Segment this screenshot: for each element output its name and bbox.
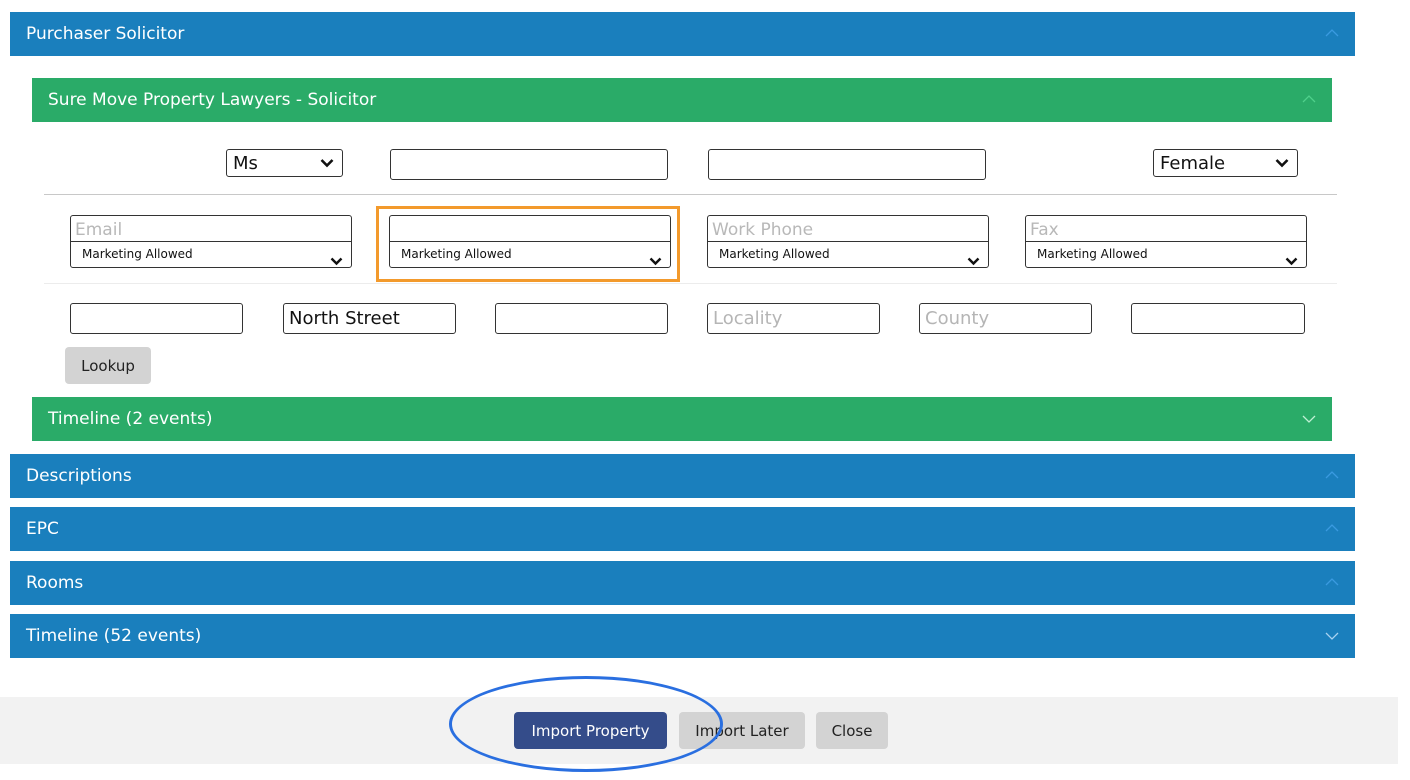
divider	[44, 194, 1337, 195]
marketing-value: Marketing Allowed	[1037, 247, 1148, 261]
title-select[interactable]: Ms	[226, 149, 343, 177]
chevron-down-icon[interactable]	[1302, 411, 1316, 425]
last-name-input[interactable]	[708, 149, 986, 180]
postcode-input[interactable]	[1131, 303, 1305, 334]
section-solicitor-panel[interactable]: Sure Move Property Lawyers - Solicitor	[32, 78, 1332, 122]
chevron-down-icon	[1275, 158, 1289, 168]
close-button[interactable]: Close	[816, 712, 888, 749]
section-timeline[interactable]: Timeline (52 events)	[10, 614, 1355, 658]
chevron-down-icon	[1285, 250, 1298, 275]
locality-input[interactable]: Locality	[707, 303, 880, 334]
locality-placeholder: Locality	[713, 308, 783, 329]
work-phone-marketing-select[interactable]: Marketing Allowed	[708, 242, 988, 267]
fax-marketing-select[interactable]: Marketing Allowed	[1026, 242, 1306, 267]
fax-field[interactable]: Fax Marketing Allowed	[1025, 215, 1307, 268]
email-field[interactable]: Email Marketing Allowed	[70, 215, 352, 268]
marketing-value: Marketing Allowed	[719, 247, 830, 261]
email-marketing-select[interactable]: Marketing Allowed	[71, 242, 351, 267]
divider	[44, 283, 1337, 284]
section-title: Purchaser Solicitor	[26, 24, 185, 44]
fax-input[interactable]: Fax	[1026, 216, 1306, 242]
section-title: EPC	[26, 519, 59, 539]
chevron-up-icon[interactable]	[1325, 521, 1339, 535]
work-phone-input[interactable]: Work Phone	[708, 216, 988, 242]
gender-select-value: Female	[1160, 152, 1226, 174]
chevron-down-icon	[330, 250, 343, 275]
chevron-down-icon	[320, 158, 334, 168]
section-rooms[interactable]: Rooms	[10, 561, 1355, 605]
house-number-input[interactable]	[70, 303, 243, 334]
gender-select[interactable]: Female	[1153, 149, 1298, 177]
street-input[interactable]: North Street	[283, 303, 456, 334]
close-label: Close	[831, 721, 873, 740]
county-placeholder: County	[925, 308, 990, 329]
section-solicitor-timeline[interactable]: Timeline (2 events)	[32, 397, 1332, 441]
town-input[interactable]	[495, 303, 668, 334]
email-input[interactable]: Email	[71, 216, 351, 242]
section-title: Rooms	[26, 573, 84, 593]
county-input[interactable]: County	[919, 303, 1092, 334]
section-epc[interactable]: EPC	[10, 507, 1355, 551]
section-title: Timeline (2 events)	[48, 409, 213, 429]
lookup-button[interactable]: Lookup	[65, 347, 151, 384]
work-phone-field[interactable]: Work Phone Marketing Allowed	[707, 215, 989, 268]
section-title: Timeline (52 events)	[26, 626, 202, 646]
chevron-up-icon[interactable]	[1302, 92, 1316, 106]
chevron-up-icon[interactable]	[1325, 468, 1339, 482]
section-purchaser-solicitor[interactable]: Purchaser Solicitor	[10, 12, 1355, 56]
highlight-box	[376, 206, 680, 282]
chevron-down-icon[interactable]	[1325, 628, 1339, 642]
first-name-input[interactable]	[390, 149, 668, 180]
chevron-up-icon[interactable]	[1325, 26, 1339, 40]
chevron-down-icon	[967, 250, 980, 275]
lookup-label: Lookup	[81, 356, 135, 375]
highlight-oval	[449, 676, 723, 772]
section-title: Descriptions	[26, 466, 132, 486]
section-title: Sure Move Property Lawyers - Solicitor	[48, 90, 377, 110]
title-select-value: Ms	[233, 152, 258, 174]
chevron-up-icon[interactable]	[1325, 575, 1339, 589]
section-descriptions[interactable]: Descriptions	[10, 454, 1355, 498]
marketing-value: Marketing Allowed	[82, 247, 193, 261]
street-value: North Street	[289, 308, 400, 329]
